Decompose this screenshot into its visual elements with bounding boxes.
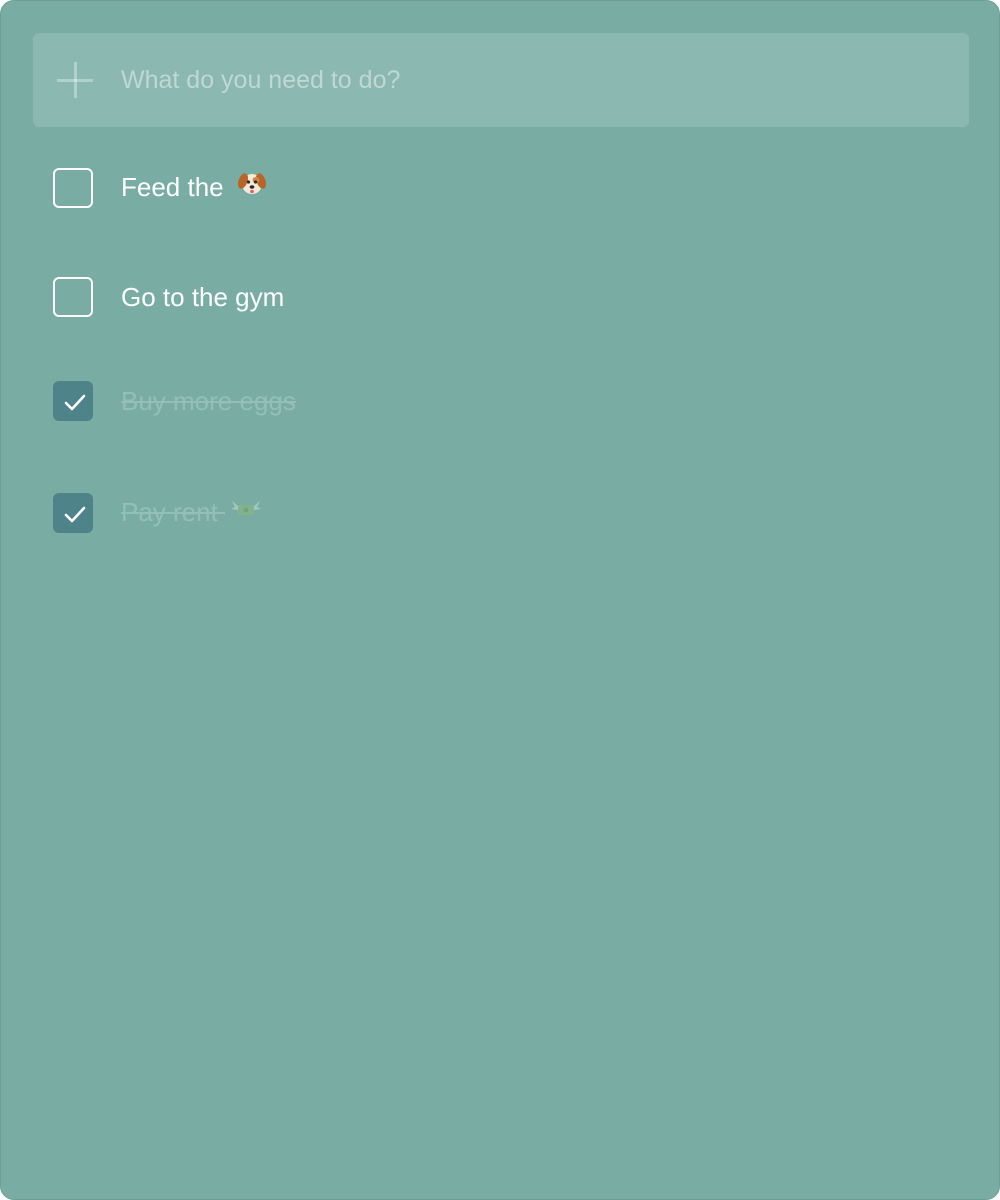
todo-item[interactable]: Feed the	[53, 167, 267, 209]
todo-checkbox-checked[interactable]	[53, 381, 93, 421]
plus-icon[interactable]	[57, 62, 93, 98]
dog-face-icon	[237, 168, 267, 210]
todo-checkbox[interactable]	[53, 277, 93, 317]
todo-checkbox[interactable]	[53, 168, 93, 208]
todo-item-completed[interactable]: Buy more eggs	[53, 380, 296, 422]
new-todo-bar	[33, 33, 969, 127]
new-todo-input[interactable]	[121, 55, 941, 105]
todo-label: Go to the gym	[121, 282, 285, 312]
todo-label: Feed the	[121, 171, 224, 202]
todo-label: Buy more eggs	[121, 386, 296, 416]
todo-item-completed[interactable]: Pay rent	[53, 492, 262, 535]
todo-checkbox-checked[interactable]	[53, 493, 93, 533]
check-icon	[64, 506, 86, 523]
todo-label: Pay rent	[121, 496, 218, 527]
check-icon	[64, 394, 86, 411]
todo-item[interactable]: Go to the gym	[53, 276, 284, 318]
money-with-wings-icon	[231, 493, 262, 535]
todo-app: Feed the Go to the gym	[0, 0, 1000, 1200]
